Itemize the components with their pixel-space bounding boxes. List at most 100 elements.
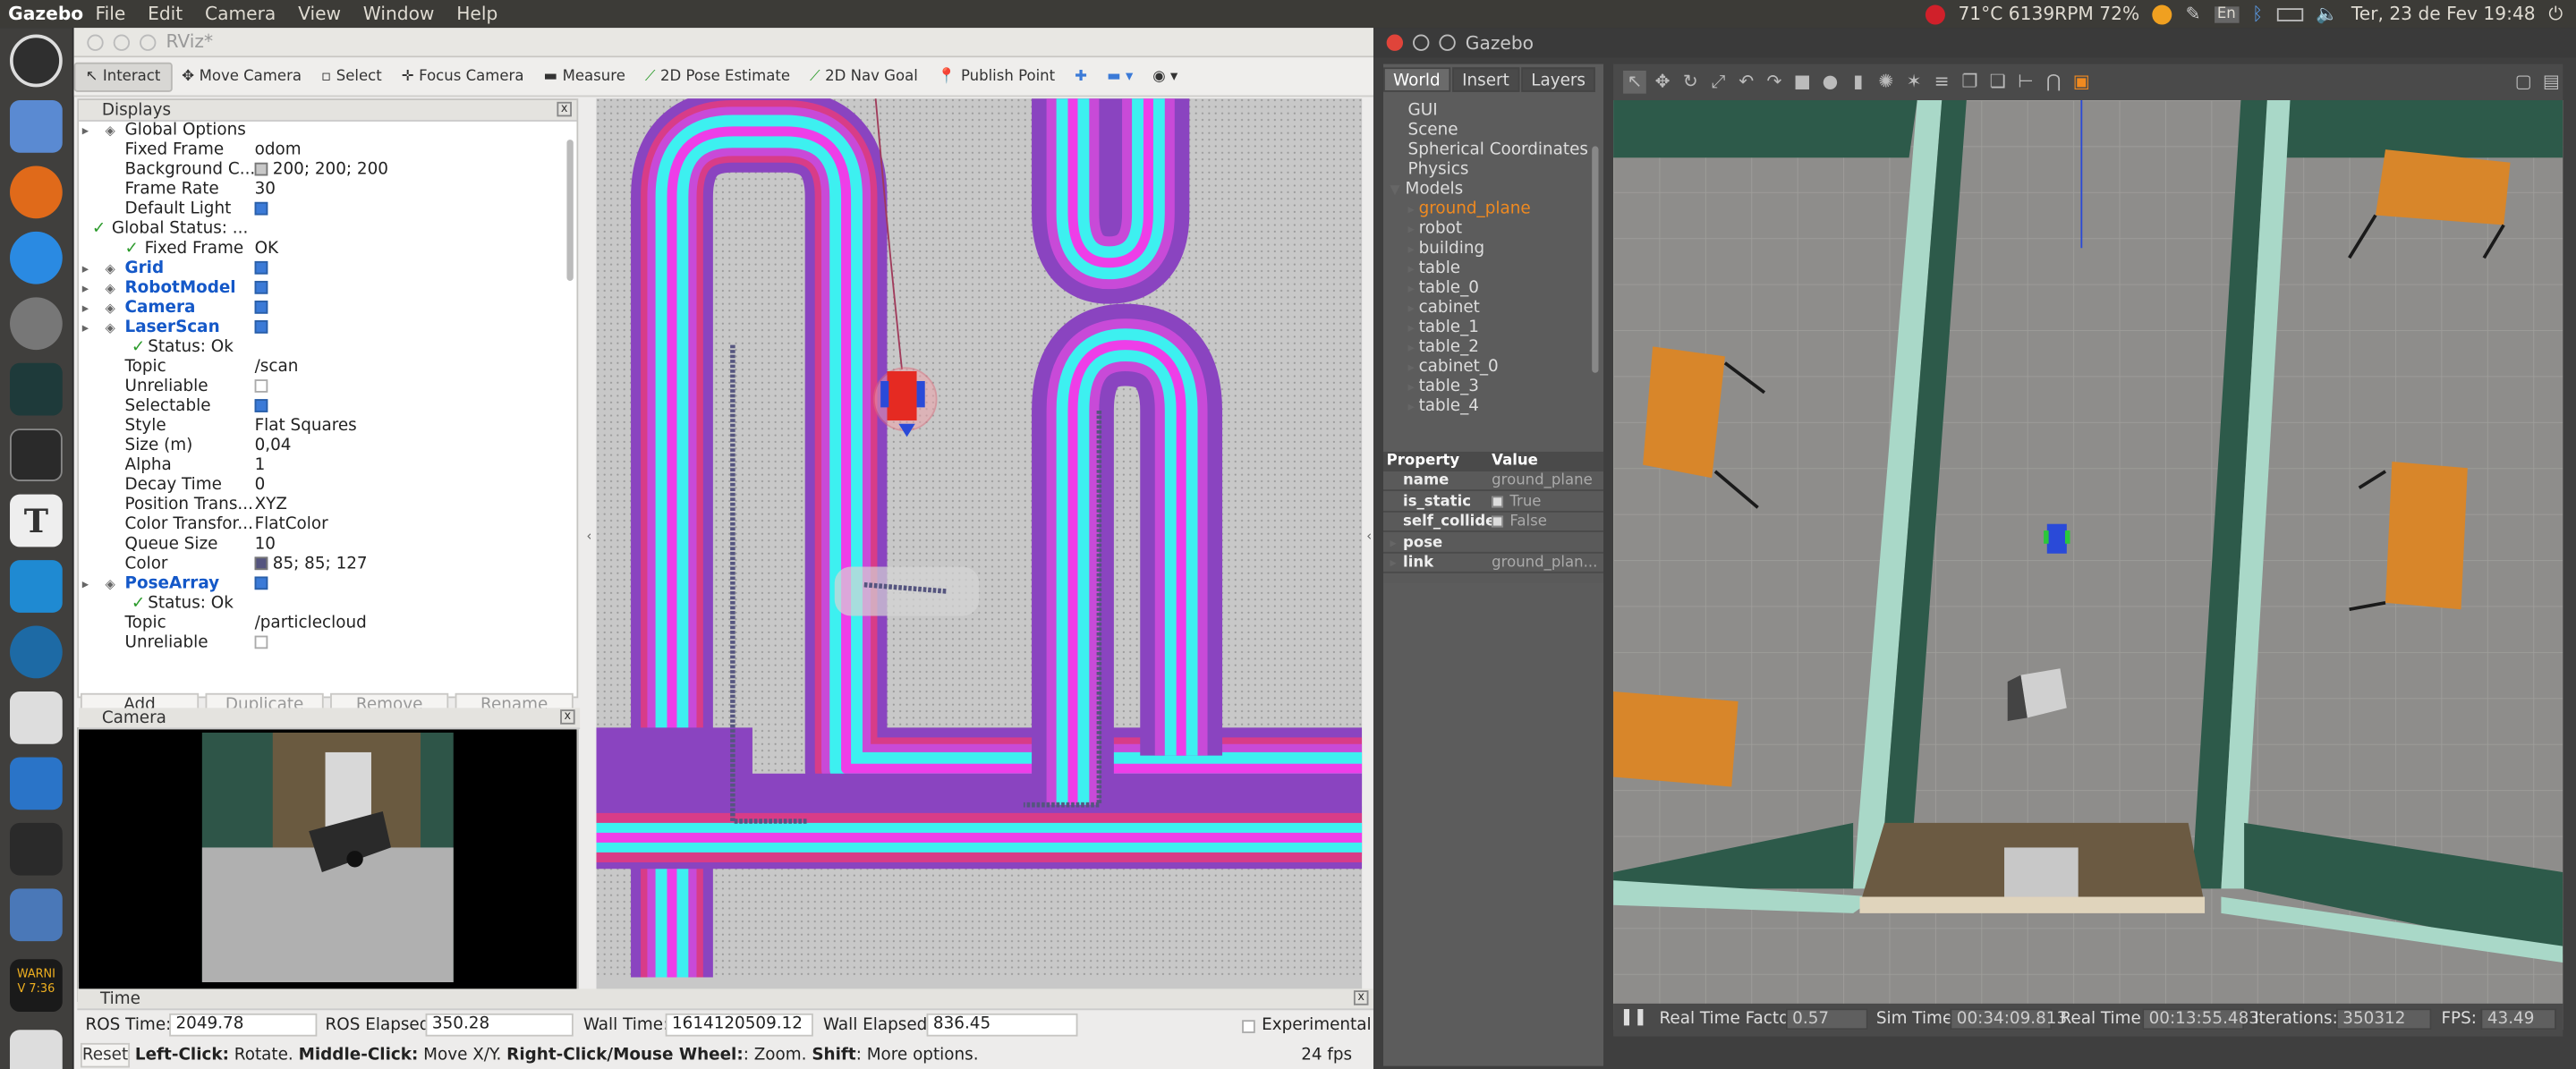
screenshot-icon[interactable]	[10, 888, 63, 942]
battery-icon[interactable]	[2275, 7, 2303, 21]
display-row-value[interactable]: odom	[255, 141, 302, 161]
close-panel-icon[interactable]: x	[560, 709, 575, 725]
log-icon[interactable]: ▤	[2540, 71, 2563, 94]
display-row[interactable]: ✓ Fixed Frame OK	[79, 240, 562, 259]
minimize-icon[interactable]	[1413, 34, 1430, 51]
tool-2d-nav-goal[interactable]: ⟋ 2D Nav Goal	[800, 64, 928, 89]
color-swatch[interactable]	[254, 162, 268, 176]
thunderbird-icon[interactable]	[10, 757, 63, 810]
tab-world[interactable]: World	[1382, 67, 1450, 92]
close-panel-icon[interactable]: x	[557, 101, 572, 117]
model-item[interactable]: ▸ cabinet	[1408, 299, 1480, 317]
menu-edit[interactable]: Edit	[148, 4, 183, 25]
display-row-value[interactable]: /scan	[255, 358, 299, 378]
unchecked-checkbox[interactable]	[254, 379, 268, 393]
property-row[interactable]: name ground_plane	[1382, 471, 1604, 491]
display-row-value[interactable]	[254, 575, 268, 595]
expand-icon[interactable]: ▸	[82, 279, 89, 299]
display-row[interactable]: ▸ ◈ Global Options	[79, 122, 562, 141]
record-indicator-icon[interactable]	[1925, 4, 1945, 24]
model-item[interactable]: ▸ table_3	[1408, 378, 1479, 395]
monitor-icon[interactable]	[10, 1030, 63, 1069]
display-row[interactable]: Alpha 1	[79, 456, 562, 476]
tool-focus-camera[interactable]: ✛ Focus Camera	[392, 64, 534, 89]
point-light-icon[interactable]: ✺	[1875, 71, 1898, 94]
scrollbar[interactable]	[1592, 146, 1599, 373]
display-row[interactable]: ✓ Global Status: ...	[79, 220, 562, 240]
gedit-icon[interactable]	[10, 691, 63, 744]
display-row[interactable]: Fixed Frame odom	[79, 141, 562, 161]
tree-gui[interactable]: GUI	[1408, 102, 1438, 120]
property-row[interactable]: is_static True	[1382, 492, 1604, 512]
expand-icon[interactable]: ▸	[1408, 281, 1419, 296]
tab-insert[interactable]: Insert	[1452, 67, 1519, 92]
tool-properties-icon[interactable]: ◉ ▾	[1143, 64, 1187, 89]
display-row[interactable]: Style Flat Squares	[79, 417, 562, 437]
select-mode-icon[interactable]: ↖	[1623, 70, 1646, 94]
display-row-value[interactable]: 0	[255, 476, 266, 496]
pen-icon[interactable]: ✎	[2186, 4, 2201, 25]
color-swatch[interactable]	[254, 556, 268, 571]
align-icon[interactable]: ⊢	[2014, 71, 2037, 94]
reset-button[interactable]: Reset	[80, 1042, 131, 1067]
gazebo-3d-view[interactable]	[1613, 100, 2563, 1031]
display-row[interactable]: Background C... 200; 200; 200	[79, 161, 562, 181]
expand-icon[interactable]: ▸	[1408, 301, 1419, 316]
model-item[interactable]: ▸ table	[1408, 259, 1461, 277]
ros-time-field[interactable]: 2049.78	[169, 1013, 318, 1037]
display-row[interactable]: ▸ ◈ LaserScan	[79, 318, 562, 338]
display-row[interactable]: Size (m) 0,04	[79, 437, 562, 456]
expand-icon[interactable]: ▸	[1408, 360, 1419, 375]
display-row[interactable]: Color Transfor... FlatColor	[79, 516, 562, 536]
model-item[interactable]: ▸ cabinet_0	[1408, 358, 1499, 376]
remove-tool-icon[interactable]: ▬ ▾	[1097, 64, 1143, 89]
tool-measure[interactable]: ▬ Measure	[533, 64, 634, 89]
maximize-icon[interactable]	[140, 33, 157, 51]
menu-view[interactable]: View	[298, 4, 341, 25]
expand-icon[interactable]: ▸	[1408, 242, 1419, 257]
enabled-checkbox[interactable]	[254, 399, 268, 412]
display-row[interactable]: Color 85; 85; 127	[79, 556, 562, 575]
ros-elapsed-field[interactable]: 350.28	[425, 1013, 574, 1037]
inkscape-icon[interactable]	[10, 625, 63, 679]
app-store-icon[interactable]	[10, 231, 63, 284]
property-row[interactable]: ▸ pose	[1382, 533, 1604, 553]
model-item[interactable]: ▸ table_2	[1408, 338, 1479, 356]
display-row-value[interactable]	[254, 200, 268, 220]
expand-icon[interactable]: ▸	[1408, 379, 1419, 395]
wall-elapsed-field[interactable]: 836.45	[926, 1013, 1078, 1037]
datetime[interactable]: Ter, 23 de Fev 19:48	[2351, 4, 2536, 25]
close-icon[interactable]	[87, 33, 104, 51]
display-row-value[interactable]	[254, 634, 268, 654]
display-row-value[interactable]	[254, 279, 268, 299]
model-item[interactable]: ▸ ground_plane	[1408, 200, 1531, 218]
keyboard-layout[interactable]: En	[2214, 5, 2240, 22]
display-row[interactable]: Decay Time 0	[79, 476, 562, 496]
menu-camera[interactable]: Camera	[205, 4, 276, 25]
directional-light-icon[interactable]: ≡	[1930, 71, 1953, 94]
display-row[interactable]: ▸ ◈ PoseArray	[79, 575, 562, 595]
display-row[interactable]: Queue Size 10	[79, 536, 562, 556]
display-row-value[interactable]: Flat Squares	[255, 417, 357, 437]
warning-icon[interactable]: WARNI V 7:36	[10, 959, 63, 1013]
display-row[interactable]: ▸ ◈ Grid	[79, 259, 562, 279]
collapse-right-icon[interactable]: ‹	[1366, 529, 1372, 544]
display-row[interactable]: ✓ Status: Ok	[79, 338, 562, 358]
display-row-value[interactable]	[254, 397, 268, 417]
display-row-value[interactable]: 0,04	[255, 437, 292, 456]
expand-icon[interactable]: ▸	[82, 259, 89, 279]
tree-spherical-coordinates[interactable]: Spherical Coordinates	[1408, 141, 1588, 159]
weather-icon[interactable]	[2152, 4, 2172, 24]
text-editor-icon[interactable]: T	[10, 494, 63, 547]
expand-icon[interactable]: ▸	[1408, 399, 1419, 414]
display-row-value[interactable]: /particlecloud	[255, 615, 367, 634]
display-row-value[interactable]: 10	[255, 536, 276, 556]
unchecked-checkbox[interactable]	[254, 635, 268, 649]
sensor-readout[interactable]: 71°C 6139RPM 72%	[1958, 4, 2139, 25]
wall-time-field[interactable]: 1614120509.12	[665, 1013, 813, 1037]
copy-icon[interactable]: ❐	[1959, 71, 1982, 94]
scale-icon[interactable]: ⤢	[1707, 71, 1730, 94]
display-row-value[interactable]	[254, 318, 268, 338]
expand-icon[interactable]: ▸	[82, 318, 89, 338]
expand-icon[interactable]: ▸	[1408, 202, 1419, 217]
